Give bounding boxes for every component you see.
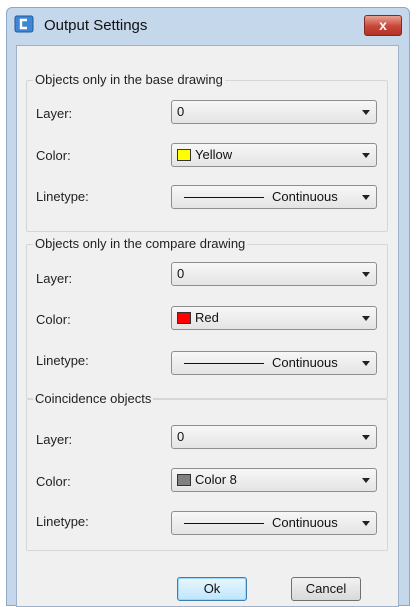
ok-button[interactable]: Ok xyxy=(177,577,247,601)
linetype-value: Continuous xyxy=(272,355,338,370)
chevron-down-icon xyxy=(362,361,370,366)
color-swatch xyxy=(177,312,191,324)
linetype-preview xyxy=(184,363,264,364)
layer-label: Layer: xyxy=(36,432,73,447)
color-value: Yellow xyxy=(195,147,233,162)
window-title: Output Settings xyxy=(44,17,148,34)
close-button[interactable]: x xyxy=(364,15,402,36)
layer-value: 0 xyxy=(177,429,185,444)
linetype-value: Continuous xyxy=(272,515,338,530)
group-base-drawing: Objects only in the base drawing Layer: … xyxy=(26,72,388,232)
coincidence-linetype-dropdown[interactable]: Continuous xyxy=(171,511,377,535)
group-title: Objects only in the compare drawing xyxy=(33,236,248,251)
base-color-dropdown[interactable]: Yellow xyxy=(171,143,377,167)
linetype-preview xyxy=(184,197,264,198)
compare-color-dropdown[interactable]: Red xyxy=(171,306,377,330)
compare-linetype-dropdown[interactable]: Continuous xyxy=(171,351,377,375)
coincidence-layer-dropdown[interactable]: 0 xyxy=(171,425,377,449)
linetype-label: Linetype: xyxy=(36,514,89,529)
coincidence-color-dropdown[interactable]: Color 8 xyxy=(171,468,377,492)
dialog-body: Objects only in the base drawing Layer: … xyxy=(16,45,399,607)
color-label: Color: xyxy=(36,474,71,489)
chevron-down-icon xyxy=(362,110,370,115)
group-coincidence-objects: Coincidence objects Layer: 0 Color: Colo… xyxy=(26,391,388,551)
linetype-value: Continuous xyxy=(272,189,338,204)
color-swatch xyxy=(177,149,191,161)
close-icon: x xyxy=(379,17,387,33)
chevron-down-icon xyxy=(362,521,370,526)
title-bar[interactable]: Output Settings x xyxy=(7,8,409,44)
chevron-down-icon xyxy=(362,272,370,277)
chevron-down-icon xyxy=(362,153,370,158)
color-label: Color: xyxy=(36,312,71,327)
linetype-preview xyxy=(184,523,264,524)
layer-value: 0 xyxy=(177,104,185,119)
color-value: Red xyxy=(195,310,219,325)
linetype-label: Linetype: xyxy=(36,353,89,368)
linetype-label: Linetype: xyxy=(36,189,89,204)
group-title: Coincidence objects xyxy=(33,391,154,406)
output-settings-dialog: Output Settings x Objects only in the ba… xyxy=(6,7,410,607)
group-compare-drawing: Objects only in the compare drawing Laye… xyxy=(26,236,388,399)
group-title: Objects only in the base drawing xyxy=(33,72,225,87)
layer-label: Layer: xyxy=(36,271,73,286)
layer-label: Layer: xyxy=(36,106,73,121)
compare-layer-dropdown[interactable]: 0 xyxy=(171,262,377,286)
color-label: Color: xyxy=(36,148,71,163)
color-value: Color 8 xyxy=(195,472,237,487)
layer-value: 0 xyxy=(177,266,185,281)
app-icon xyxy=(14,15,34,33)
chevron-down-icon xyxy=(362,316,370,321)
chevron-down-icon xyxy=(362,435,370,440)
color-swatch xyxy=(177,474,191,486)
base-linetype-dropdown[interactable]: Continuous xyxy=(171,185,377,209)
cancel-button[interactable]: Cancel xyxy=(291,577,361,601)
base-layer-dropdown[interactable]: 0 xyxy=(171,100,377,124)
chevron-down-icon xyxy=(362,195,370,200)
chevron-down-icon xyxy=(362,478,370,483)
